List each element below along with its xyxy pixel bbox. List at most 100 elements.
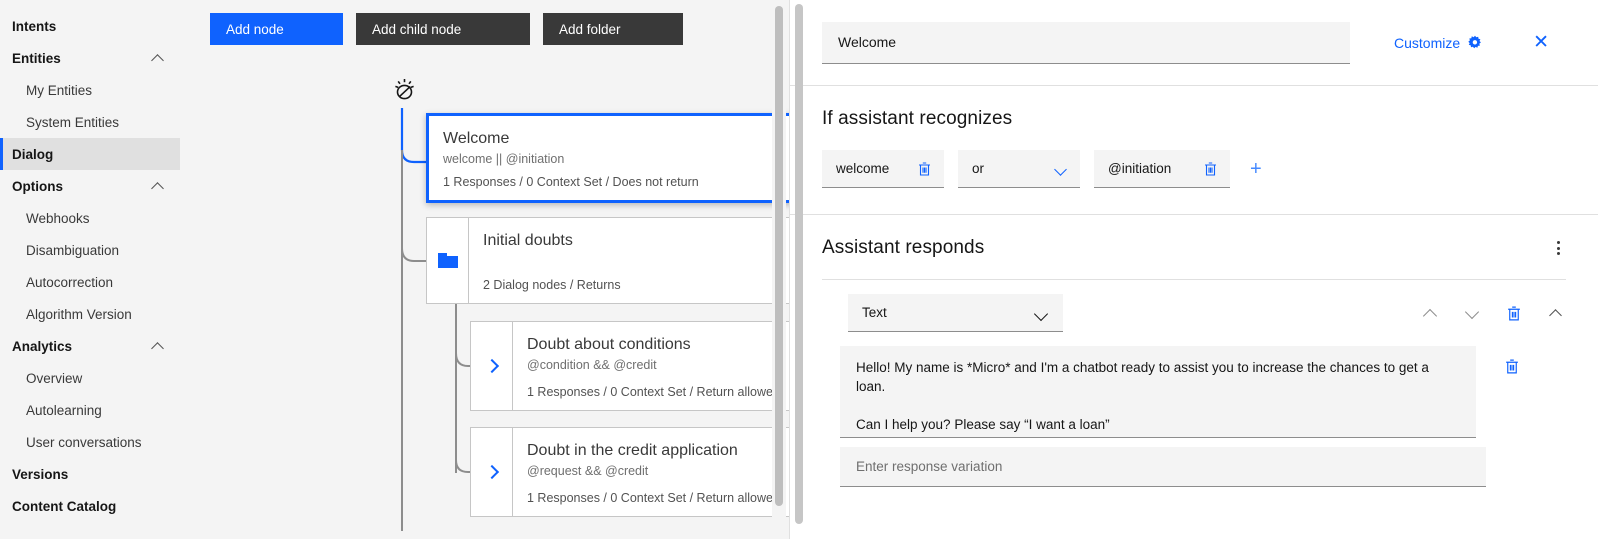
sidebar-item-label: Dialog	[12, 146, 54, 162]
customize-label: Customize	[1394, 34, 1461, 51]
scrollbar-thumb[interactable]	[795, 4, 803, 524]
assistant-responds-header: Assistant responds	[790, 215, 1598, 259]
sidebar-item-disambiguation[interactable]: Disambiguation	[0, 234, 180, 266]
sidebar-item-dialog[interactable]: Dialog	[0, 138, 180, 170]
detail-vertical-scrollbar[interactable]	[793, 0, 805, 539]
sidebar-item-entities[interactable]: Entities	[0, 42, 180, 74]
response-tools	[1420, 303, 1566, 323]
condition-row: welcome or @initiation +	[822, 150, 1566, 188]
node-body: Doubt in the credit application @request…	[513, 428, 790, 516]
caret-up-icon	[1422, 305, 1438, 321]
caret-down-icon	[1464, 305, 1480, 321]
sidebar-item-label: System Entities	[26, 114, 120, 130]
sidebar-item-label: Analytics	[12, 338, 73, 354]
node-title: Doubt in the credit application	[527, 442, 738, 459]
sidebar: Intents Entities My Entities System Enti…	[0, 0, 180, 539]
sidebar-item-autocorrection[interactable]: Autocorrection	[0, 266, 180, 298]
close-panel-button[interactable]: ✕	[1527, 29, 1555, 57]
sidebar-item-label: Content Catalog	[12, 498, 117, 514]
node-title: Welcome	[443, 130, 510, 147]
sidebar-item-label: Autocorrection	[26, 274, 114, 290]
sidebar-item-label: Autolearning	[26, 402, 102, 418]
chevron-right-icon[interactable]	[486, 464, 498, 480]
tree-node-welcome[interactable]: Welcome welcome || @initiation 1 Respons…	[426, 113, 790, 203]
dialog-editor-app: Intents Entities My Entities System Enti…	[0, 0, 1598, 539]
sidebar-item-label: Entities	[12, 50, 61, 66]
node-meta: 2 Dialog nodes / Returns	[483, 278, 621, 292]
sidebar-item-label: Options	[12, 178, 63, 194]
trash-icon[interactable]	[917, 161, 932, 177]
node-meta: 1 Responses / 0 Context Set / Return all…	[527, 491, 780, 505]
section-title-responds: Assistant responds	[822, 237, 985, 258]
add-condition-button[interactable]: +	[1244, 159, 1268, 179]
response-text-input[interactable]	[840, 346, 1476, 438]
tree-vertical-scrollbar[interactable]	[772, 0, 786, 539]
dialog-tree-pane: Add node Add child node Add folder Welco…	[180, 0, 790, 539]
node-body: Doubt about conditions @condition && @cr…	[513, 322, 790, 410]
sidebar-item-webhooks[interactable]: Webhooks	[0, 202, 180, 234]
chevron-up-icon	[152, 179, 166, 193]
sidebar-item-label: User conversations	[26, 434, 142, 450]
tree-node-initial-doubts[interactable]: Initial doubts 2 Dialog nodes / Returns	[426, 217, 790, 304]
sidebar-item-label: Intents	[12, 18, 57, 34]
sidebar-item-algorithm-version[interactable]: Algorithm Version	[0, 298, 180, 330]
trash-icon[interactable]	[1203, 161, 1218, 177]
node-expand-gutter[interactable]	[471, 428, 513, 516]
gear-icon	[1467, 35, 1483, 51]
node-name-input[interactable]	[822, 21, 1350, 64]
sidebar-item-intents[interactable]: Intents	[0, 10, 180, 42]
node-body: Initial doubts 2 Dialog nodes / Returns	[469, 218, 790, 303]
chevron-up-icon	[152, 51, 166, 65]
collapse-response-button[interactable]	[1546, 303, 1566, 323]
move-response-up-button[interactable]	[1420, 303, 1440, 323]
response-type-select[interactable]: Text	[848, 294, 1063, 332]
condition-operator-value: or	[972, 161, 985, 176]
close-icon: ✕	[1533, 32, 1550, 53]
node-expand-gutter[interactable]	[471, 322, 513, 410]
condition-chip-initiation[interactable]: @initiation	[1094, 150, 1230, 188]
sidebar-item-overview[interactable]: Overview	[0, 362, 180, 394]
node-title: Doubt about conditions	[527, 336, 691, 353]
sidebar-item-label: My Entities	[26, 82, 93, 98]
chevron-right-icon[interactable]	[486, 358, 498, 374]
scrollbar-thumb[interactable]	[775, 6, 783, 506]
sidebar-item-label: Disambiguation	[26, 242, 120, 258]
sidebar-item-autolearning[interactable]: Autolearning	[0, 394, 180, 426]
sidebar-item-system-entities[interactable]: System Entities	[0, 106, 180, 138]
node-folder-gutter	[427, 218, 469, 303]
tree-node-doubt-about-conditions[interactable]: Doubt about conditions @condition && @cr…	[470, 321, 790, 411]
folder-icon	[437, 253, 458, 268]
sidebar-item-label: Overview	[26, 370, 83, 386]
node-condition: @condition && @credit	[527, 358, 657, 372]
tree-node-doubt-in-the-credit-application[interactable]: Doubt in the credit application @request…	[470, 427, 790, 517]
delete-response-button[interactable]	[1504, 303, 1524, 323]
condition-operator-select[interactable]: or	[958, 150, 1080, 188]
node-meta: 1 Responses / 0 Context Set / Return all…	[527, 385, 780, 399]
response-text-row	[790, 332, 1598, 438]
sidebar-item-label: Webhooks	[26, 210, 90, 226]
response-variation-row	[790, 438, 1598, 487]
delete-response-text-button[interactable]	[1502, 356, 1522, 376]
sidebar-item-label: Versions	[12, 466, 69, 482]
response-variation-input[interactable]	[840, 447, 1486, 487]
condition-chip-welcome[interactable]: welcome	[822, 150, 944, 188]
node-detail-panel: Customize ✕ If assistant recognizes welc…	[790, 0, 1598, 539]
if-assistant-recognizes-section: If assistant recognizes welcome or @init…	[790, 86, 1598, 215]
node-title: Initial doubts	[483, 232, 573, 249]
sidebar-item-options[interactable]: Options	[0, 170, 180, 202]
sidebar-item-analytics[interactable]: Analytics	[0, 330, 180, 362]
chevron-up-icon	[152, 339, 166, 353]
move-response-down-button[interactable]	[1462, 303, 1482, 323]
detail-header: Customize ✕	[790, 0, 1598, 86]
node-body: Welcome welcome || @initiation 1 Respons…	[429, 116, 790, 200]
node-condition: welcome || @initiation	[443, 152, 565, 166]
responds-overflow-menu-icon[interactable]	[1550, 239, 1566, 257]
condition-value: welcome	[836, 161, 890, 176]
response-type-value: Text	[862, 305, 887, 320]
sidebar-item-my-entities[interactable]: My Entities	[0, 74, 180, 106]
sidebar-item-versions[interactable]: Versions	[0, 458, 180, 490]
sidebar-item-content-catalog[interactable]: Content Catalog	[0, 490, 180, 522]
node-meta: 1 Responses / 0 Context Set / Does not r…	[443, 175, 699, 189]
sidebar-item-user-conversations[interactable]: User conversations	[0, 426, 180, 458]
customize-button[interactable]: Customize	[1394, 35, 1483, 51]
